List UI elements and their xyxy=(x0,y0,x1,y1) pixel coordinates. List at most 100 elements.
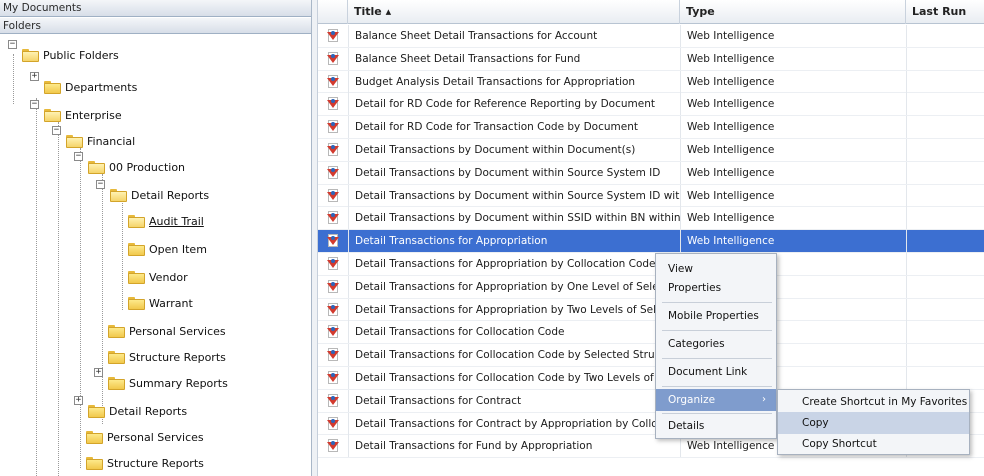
document-title[interactable]: Detail for RD Code for Reference Reporti… xyxy=(348,93,680,116)
table-row[interactable]: Balance Sheet Detail Transactions for Fu… xyxy=(318,47,984,71)
menu-item-view[interactable]: View xyxy=(656,260,776,278)
submenu-item-copy[interactable]: Copy xyxy=(778,412,969,434)
tree-node-vendor[interactable]: Vendor xyxy=(128,266,188,288)
document-title[interactable]: Detail Transactions for Appropriation xyxy=(348,230,680,253)
list-header: Title ▴ Type Last Run xyxy=(318,0,984,24)
document-last-run xyxy=(906,161,984,184)
document-title[interactable]: Balance Sheet Detail Transactions for Ac… xyxy=(348,25,680,47)
collapse-icon[interactable]: − xyxy=(74,152,83,161)
document-type: Web Intelligence xyxy=(680,161,906,184)
tree-node-enterprise[interactable]: − Enterprise xyxy=(30,100,122,126)
document-title[interactable]: Detail Transactions for Collocation Code… xyxy=(348,344,680,367)
document-title[interactable]: Detail Transactions for Contract xyxy=(348,389,680,412)
submenu-item-create-shortcut[interactable]: Create Shortcut in My Favorites xyxy=(778,391,969,413)
menu-separator xyxy=(662,386,772,387)
document-title[interactable]: Balance Sheet Detail Transactions for Fu… xyxy=(348,47,680,70)
expand-icon[interactable]: + xyxy=(94,368,103,377)
column-last-run-header[interactable]: Last Run xyxy=(906,0,984,24)
collapse-icon[interactable]: − xyxy=(96,180,105,189)
document-title[interactable]: Detail Transactions for Fund by Appropri… xyxy=(348,435,680,458)
tree-node-departments[interactable]: + Departments xyxy=(30,72,137,98)
document-title[interactable]: Detail Transactions by Document within D… xyxy=(348,139,680,161)
menu-item-document-link[interactable]: Document Link xyxy=(656,361,776,383)
tree-node-label: Warrant xyxy=(149,296,193,310)
table-row[interactable]: Detail Transactions by Document within S… xyxy=(318,161,984,185)
document-last-run xyxy=(906,230,984,253)
tree-node-personal-services-2[interactable]: Personal Services xyxy=(86,426,204,448)
document-title[interactable]: Detail Transactions for Appropriation by… xyxy=(348,253,680,275)
context-menu: View Properties Mobile Properties Catego… xyxy=(655,253,777,439)
doc-icon-cell xyxy=(318,116,348,138)
document-title[interactable]: Detail Transactions by Document within S… xyxy=(348,207,680,230)
folder-icon xyxy=(108,324,125,338)
tree-node-structure-reports[interactable]: Structure Reports xyxy=(108,346,226,368)
web-intelligence-icon xyxy=(327,29,339,43)
document-title[interactable]: Detail for RD Code for Transaction Code … xyxy=(348,116,680,139)
tree-node-public-folders[interactable]: − Public Folders xyxy=(8,40,119,66)
tree-node-open-item[interactable]: Open Item xyxy=(128,238,207,260)
menu-separator xyxy=(662,302,772,303)
document-title[interactable]: Detail Transactions for Appropriation by… xyxy=(348,298,680,321)
document-last-run xyxy=(906,253,984,275)
web-intelligence-icon xyxy=(327,371,339,385)
tree-node-summary-reports[interactable]: + Summary Reports xyxy=(94,368,228,394)
tree-node-00-production[interactable]: − 00 Production xyxy=(74,152,185,178)
table-row[interactable]: Detail Transactions for Appropriation by… xyxy=(318,275,984,299)
table-row[interactable]: Detail Transactions for Collocation Code… xyxy=(318,344,984,367)
tree-node-audit-trail[interactable]: Audit Trail xyxy=(128,210,204,232)
table-row[interactable]: Detail Transactions for Collocation Code… xyxy=(318,367,984,390)
table-row[interactable]: Detail Transactions by Document within D… xyxy=(318,139,984,162)
collapse-icon[interactable]: − xyxy=(30,100,39,109)
folder-open-icon xyxy=(110,188,127,202)
table-row[interactable]: Detail Transactions by Document within S… xyxy=(318,207,984,231)
menu-item-categories[interactable]: Categories xyxy=(656,333,776,355)
submenu-arrow-icon: › xyxy=(762,394,766,405)
tree-node-label: Personal Services xyxy=(129,324,226,338)
doc-icon-cell xyxy=(318,207,348,229)
table-row[interactable]: Budget Analysis Detail Transactions for … xyxy=(318,70,984,94)
document-title[interactable]: Detail Transactions by Document within S… xyxy=(348,184,680,207)
tree-node-financial[interactable]: − Financial xyxy=(52,126,135,152)
table-row[interactable]: Detail Transactions for Appropriation by… xyxy=(318,298,984,322)
column-type-header[interactable]: Type xyxy=(680,0,906,24)
submenu-item-copy-shortcut[interactable]: Copy Shortcut xyxy=(778,433,969,455)
tree-node-structure-reports-2[interactable]: Structure Reports xyxy=(86,452,204,474)
web-intelligence-icon xyxy=(327,279,339,294)
folder-icon xyxy=(86,430,103,444)
expand-icon[interactable]: + xyxy=(30,72,39,81)
tree-node-detail-reports-2[interactable]: + Detail Reports xyxy=(74,396,188,422)
folder-icon xyxy=(108,376,125,390)
tree-node-label: Structure Reports xyxy=(107,456,204,470)
document-title[interactable]: Detail Transactions for Collocation Code xyxy=(348,321,680,344)
table-row[interactable]: Detail for RD Code for Transaction Code … xyxy=(318,116,984,139)
folders-header[interactable]: Folders xyxy=(0,17,311,34)
tree-node-warrant[interactable]: Warrant xyxy=(128,292,193,314)
column-title-header[interactable]: Title ▴ xyxy=(348,0,680,24)
document-last-run xyxy=(906,70,984,93)
table-row[interactable]: Balance Sheet Detail Transactions for Ac… xyxy=(318,25,984,48)
table-row[interactable]: Detail for RD Code for Reference Reporti… xyxy=(318,93,984,117)
menu-item-properties[interactable]: Properties xyxy=(656,278,776,298)
my-documents-header[interactable]: My Documents xyxy=(0,0,311,17)
table-row[interactable]: Detail Transactions for Appropriation Web… xyxy=(318,230,984,253)
document-title[interactable]: Detail Transactions for Collocation Code… xyxy=(348,367,680,389)
document-type: Web Intelligence xyxy=(680,230,906,253)
collapse-icon[interactable]: − xyxy=(52,126,61,135)
expand-icon[interactable]: + xyxy=(74,396,83,405)
tree-node-label: Detail Reports xyxy=(109,404,188,418)
menu-item-organize[interactable]: Organize › xyxy=(656,389,776,411)
document-title[interactable]: Detail Transactions for Appropriation by… xyxy=(348,275,680,298)
document-title[interactable]: Budget Analysis Detail Transactions for … xyxy=(348,70,680,93)
table-row[interactable]: Detail Transactions for Appropriation by… xyxy=(318,253,984,276)
tree-node-detail-reports[interactable]: − Detail Reports xyxy=(96,180,209,206)
document-title[interactable]: Detail Transactions by Document within S… xyxy=(348,161,680,184)
menu-item-details[interactable]: Details xyxy=(656,415,776,437)
tree-node-personal-services[interactable]: Personal Services xyxy=(108,320,226,342)
table-row[interactable]: Detail Transactions for Collocation Code xyxy=(318,321,984,345)
menu-item-mobile-properties[interactable]: Mobile Properties xyxy=(656,305,776,327)
organize-submenu: Create Shortcut in My Favorites Copy Cop… xyxy=(777,389,970,455)
folder-open-icon xyxy=(66,134,83,148)
table-row[interactable]: Detail Transactions by Document within S… xyxy=(318,184,984,208)
collapse-icon[interactable]: − xyxy=(8,40,17,49)
document-title[interactable]: Detail Transactions for Contract by Appr… xyxy=(348,412,680,435)
